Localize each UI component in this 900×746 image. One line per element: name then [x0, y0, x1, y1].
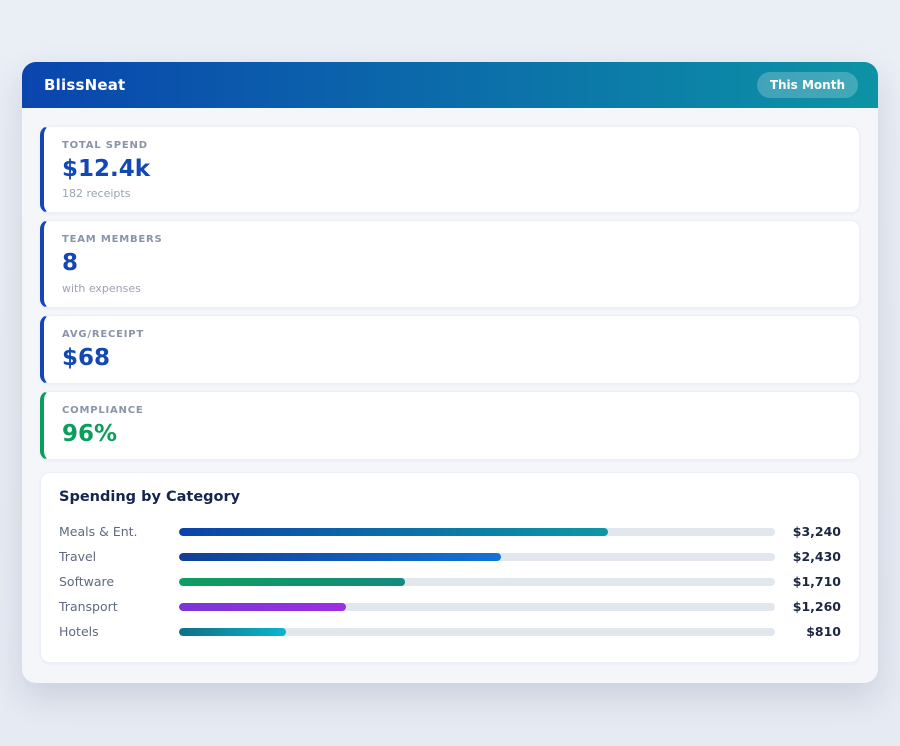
stat-label: COMPLIANCE — [62, 405, 841, 416]
spending-by-category-chart: Spending by Category Meals & Ent. $3,240… — [40, 472, 860, 663]
stat-card-team-members: TEAM MEMBERS 8 with expenses — [40, 220, 860, 307]
stat-card-compliance: COMPLIANCE 96% — [40, 391, 860, 460]
stat-value: 8 — [62, 251, 841, 276]
chart-row-software: Software $1,710 — [59, 569, 841, 594]
bar-fill — [179, 553, 501, 561]
stat-label: AVG/RECEIPT — [62, 329, 841, 340]
bar-fill — [179, 603, 346, 611]
bar-fill — [179, 528, 608, 536]
stat-value: 96% — [62, 422, 841, 447]
category-label: Transport — [59, 599, 179, 614]
chart-row-hotels: Hotels $810 — [59, 619, 841, 644]
bar-fill — [179, 578, 405, 586]
bar-track — [179, 578, 775, 586]
bar-track — [179, 628, 775, 636]
category-label: Travel — [59, 549, 179, 564]
chart-row-travel: Travel $2,430 — [59, 544, 841, 569]
bar-track — [179, 553, 775, 561]
dashboard-body: TOTAL SPEND $12.4k 182 receipts TEAM MEM… — [22, 108, 878, 683]
category-value: $2,430 — [775, 549, 841, 564]
chart-row-meals: Meals & Ent. $3,240 — [59, 519, 841, 544]
chart-title: Spending by Category — [59, 489, 841, 505]
bar-fill — [179, 628, 286, 636]
stat-label: TEAM MEMBERS — [62, 234, 841, 245]
category-label: Meals & Ent. — [59, 524, 179, 539]
stat-subtext: with expenses — [62, 282, 841, 295]
stat-label: TOTAL SPEND — [62, 140, 841, 151]
category-label: Software — [59, 574, 179, 589]
category-label: Hotels — [59, 624, 179, 639]
stat-value: $68 — [62, 346, 841, 371]
period-badge[interactable]: This Month — [757, 72, 858, 98]
category-value: $3,240 — [775, 524, 841, 539]
stat-subtext: 182 receipts — [62, 187, 841, 200]
category-value: $1,260 — [775, 599, 841, 614]
category-value: $1,710 — [775, 574, 841, 589]
bar-track — [179, 603, 775, 611]
bar-track — [179, 528, 775, 536]
stat-value: $12.4k — [62, 157, 841, 182]
category-value: $810 — [775, 624, 841, 639]
stat-card-total-spend: TOTAL SPEND $12.4k 182 receipts — [40, 126, 860, 213]
dashboard-card: BlissNeat This Month TOTAL SPEND $12.4k … — [22, 62, 878, 683]
stat-card-avg-receipt: AVG/RECEIPT $68 — [40, 315, 860, 384]
app-title: BlissNeat — [44, 76, 125, 94]
app-header: BlissNeat This Month — [22, 62, 878, 108]
chart-row-transport: Transport $1,260 — [59, 594, 841, 619]
